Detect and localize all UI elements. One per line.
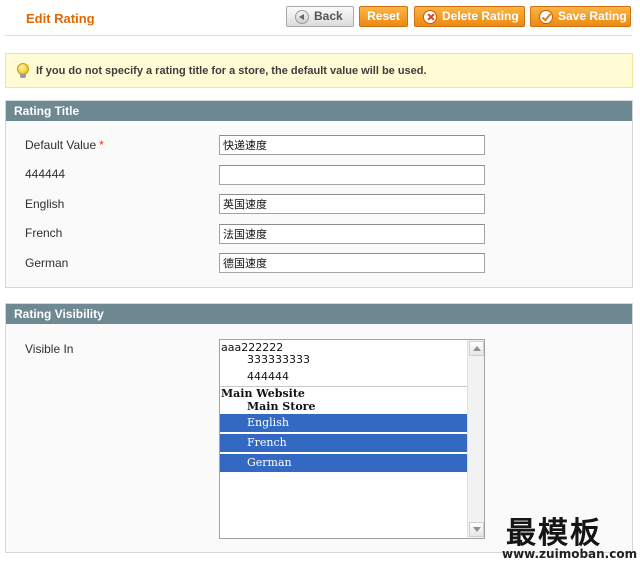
watermark-logo: 最模板 www.zuimoban.com [488, 508, 638, 561]
scroll-up-icon[interactable] [469, 341, 484, 356]
german-label: German [25, 256, 69, 270]
store-option-selected[interactable]: German [220, 454, 468, 472]
lightbulb-icon [16, 62, 30, 79]
save-rating-button[interactable]: Save Rating [530, 6, 631, 27]
notice-message: If you do not specify a rating title for… [5, 53, 633, 88]
store-option-selected[interactable]: English [220, 414, 468, 432]
back-arrow-icon [295, 9, 309, 24]
watermark-brand: 最模板 [506, 516, 602, 551]
delete-rating-button[interactable]: Delete Rating [414, 6, 525, 27]
reset-button-label: Reset [367, 9, 400, 23]
store-option[interactable]: 444444 [220, 369, 468, 385]
delete-x-icon [423, 9, 437, 24]
french-input[interactable] [219, 224, 485, 244]
store-option[interactable]: Main Store [220, 399, 468, 415]
store-444444-label: 444444 [25, 167, 66, 181]
page-title: Edit Rating [26, 11, 95, 26]
french-label: French [25, 226, 63, 240]
english-label: English [25, 197, 65, 211]
german-input[interactable] [219, 253, 485, 273]
default-value-input[interactable] [219, 135, 485, 155]
multiselect-scrollbar[interactable] [467, 340, 484, 538]
rating-visibility-heading: Rating Visibility [6, 304, 632, 324]
checkmark-icon [539, 9, 553, 24]
default-value-label: Default Value * [25, 138, 104, 152]
store-option[interactable]: 333333333 [220, 352, 468, 368]
notice-text: If you do not specify a rating title for… [36, 64, 427, 77]
watermark-url: www.zuimoban.com [502, 547, 638, 561]
rating-title-heading: Rating Title [6, 101, 632, 121]
required-mark: * [99, 138, 104, 152]
back-button-label: Back [314, 9, 343, 23]
save-button-label: Save Rating [558, 9, 627, 23]
delete-button-label: Delete Rating [442, 9, 519, 23]
visible-in-multiselect[interactable]: aaa222222 333333333 444444 Main Website … [219, 339, 485, 539]
reset-button[interactable]: Reset [359, 6, 408, 27]
header-divider [4, 35, 632, 36]
scroll-down-icon[interactable] [469, 522, 484, 537]
visible-in-label: Visible In [25, 342, 74, 356]
back-button[interactable]: Back [286, 6, 354, 27]
english-input[interactable] [219, 194, 485, 214]
store-option-selected[interactable]: French [220, 434, 468, 452]
store-444444-input[interactable] [219, 165, 485, 185]
